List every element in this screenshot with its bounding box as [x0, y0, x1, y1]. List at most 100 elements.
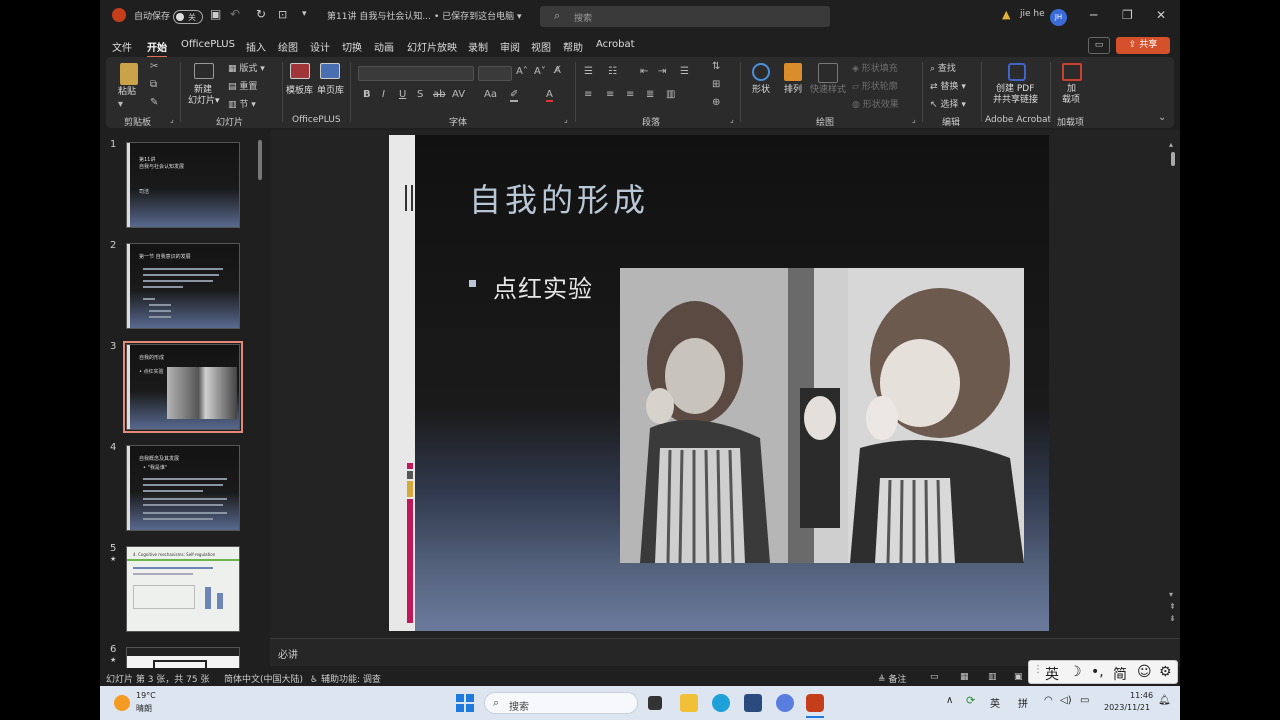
current-slide[interactable]: 自我的形成 点红实验 — [389, 135, 1049, 631]
tab-transitions[interactable]: 切换 — [342, 39, 362, 54]
minimize-icon[interactable]: ─ — [1090, 8, 1097, 22]
slide-thumbnail-4[interactable]: 自我概念及其发展 • "我是谁" — [126, 445, 240, 531]
ime-mode[interactable]: 英 — [1045, 664, 1059, 684]
shadow-icon[interactable]: S — [417, 89, 423, 100]
tab-acrobat[interactable]: Acrobat — [596, 39, 635, 50]
justify-icon[interactable]: ≣ — [646, 89, 654, 100]
shape-effects-button[interactable]: ◍ 形状效果 — [852, 97, 899, 110]
warning-icon[interactable]: ▲ — [1002, 8, 1010, 21]
slide-sorter-icon[interactable]: ▦ — [960, 672, 969, 682]
copy-icon[interactable]: ⧉ — [150, 79, 157, 90]
share-button[interactable]: ⇪ 共享 — [1116, 37, 1170, 54]
weather-desc[interactable]: 晴朗 — [136, 703, 152, 714]
tab-file[interactable]: 文件 — [112, 39, 132, 54]
weather-temp[interactable]: 19°C — [136, 691, 156, 700]
search-input[interactable]: ⌕ 搜索 — [540, 6, 830, 27]
normal-view-icon[interactable]: ▭ — [930, 672, 939, 682]
addins-line2[interactable]: 载项 — [1062, 95, 1080, 106]
font-color-icon[interactable]: A — [546, 89, 553, 102]
align-text-icon[interactable]: ⊞ — [712, 79, 720, 90]
store-icon[interactable] — [744, 694, 762, 712]
highlight-icon[interactable]: ✐ — [510, 89, 519, 102]
clear-format-icon[interactable]: A̸ — [554, 65, 561, 76]
slide-bullet-text[interactable]: 点红实验 — [493, 269, 593, 304]
notes-toggle[interactable]: ≜ 备注 — [878, 672, 906, 685]
text-direction-icon[interactable]: ⇅ — [712, 61, 720, 72]
scroll-thumb[interactable] — [1171, 152, 1175, 166]
next-slide-icon[interactable]: ⇟ — [1169, 614, 1176, 623]
increase-indent-icon[interactable]: ⇥ — [658, 66, 666, 77]
reading-view-icon[interactable]: ▥ — [988, 672, 997, 682]
scroll-down-icon[interactable]: ▾ — [1169, 590, 1173, 599]
dialog-launcher-icon[interactable]: ⌟ — [170, 115, 174, 124]
shapes-button[interactable]: 形状 — [752, 85, 770, 96]
comment-button[interactable]: ▭ — [1088, 37, 1110, 54]
punctuation-icon[interactable]: •, — [1091, 664, 1104, 680]
ime-toolbar[interactable]: ⋮ 英 ☽ •, 简 ☺ ⚙ — [1028, 660, 1178, 684]
reset-button[interactable]: ▤ 重置 — [228, 79, 257, 92]
present-icon[interactable]: ⊡ — [278, 8, 287, 21]
language-status[interactable]: 简体中文(中国大陆) — [224, 672, 303, 685]
redo-icon[interactable]: ↻ — [256, 7, 266, 21]
taskbar-search[interactable]: ⌕ 搜索 — [484, 692, 638, 714]
tab-draw[interactable]: 绘图 — [278, 39, 298, 54]
layout-button[interactable]: ▦ 版式 ▾ — [228, 61, 265, 74]
tab-review[interactable]: 审阅 — [500, 39, 520, 54]
find-button[interactable]: ⌕ 查找 — [930, 61, 956, 74]
powerpoint-taskbar-icon[interactable] — [806, 694, 824, 712]
file-explorer-icon[interactable] — [680, 694, 698, 712]
start-icon[interactable] — [456, 694, 474, 712]
dialog-launcher-icon[interactable]: ⌟ — [912, 115, 916, 124]
slide-title[interactable]: 自我的形成 — [469, 175, 649, 221]
tab-record[interactable]: 录制 — [468, 39, 488, 54]
slideshow-icon[interactable]: ▣ — [1014, 672, 1023, 682]
close-icon[interactable]: ✕ — [1156, 8, 1166, 22]
tray-app-icon[interactable]: ⟳ — [966, 694, 975, 707]
avatar[interactable]: JH — [1050, 9, 1067, 26]
dialog-launcher-icon[interactable]: ⌟ — [564, 115, 568, 124]
new-slide-button[interactable]: 幻灯片▾ — [188, 96, 220, 107]
create-pdf-line2[interactable]: 并共享链接 — [993, 95, 1038, 106]
tab-help[interactable]: 帮助 — [563, 39, 583, 54]
scroll-up-icon[interactable]: ▴ — [1169, 140, 1173, 149]
moon-icon[interactable]: ☽ — [1069, 664, 1082, 680]
emoji-icon[interactable]: ☺ — [1137, 664, 1152, 680]
notes-text[interactable]: 必讲 — [278, 646, 298, 661]
underline-icon[interactable]: U — [399, 89, 406, 100]
char-spacing-icon[interactable]: AV — [452, 89, 465, 100]
slide-thumbnail-5[interactable]: 4. Cognitive mechanisms: Self-regulation — [126, 546, 240, 632]
italic-icon[interactable]: I — [382, 89, 385, 100]
align-right-icon[interactable]: ≡ — [626, 89, 634, 100]
align-left-icon[interactable]: ≡ — [584, 89, 592, 100]
task-view-icon[interactable] — [648, 696, 662, 710]
thumbnails-scrollbar[interactable] — [258, 140, 262, 180]
tab-animations[interactable]: 动画 — [374, 39, 394, 54]
mirror-test-photo[interactable] — [620, 268, 1024, 563]
slide-thumbnails-pane[interactable]: 1 第11讲 自我与社会认知发展 司洁 2 第一节 自我意识的发展 3 自我的形… — [100, 130, 268, 668]
clock-date[interactable]: 2023/11/21 — [1104, 703, 1150, 712]
paste-button[interactable]: 粘贴 — [118, 87, 136, 98]
tab-home[interactable]: 开始 — [147, 39, 167, 58]
columns-icon[interactable]: ▥ — [666, 89, 675, 100]
slide-thumbnail-6[interactable] — [126, 647, 240, 668]
decrease-indent-icon[interactable]: ⇤ — [640, 66, 648, 77]
numbering-icon[interactable]: ☷ — [608, 66, 617, 77]
strikethrough-icon[interactable]: ab — [433, 89, 445, 100]
tab-slideshow[interactable]: 幻灯片放映 — [407, 39, 457, 54]
undo-icon[interactable]: ↶ — [230, 7, 240, 21]
section-button[interactable]: ▥ 节 ▾ — [228, 97, 256, 110]
quick-styles-button[interactable]: 快速样式 — [810, 85, 846, 96]
line-spacing-icon[interactable]: ☰ — [680, 66, 689, 77]
replace-button[interactable]: ⇄ 替换 ▾ — [930, 79, 966, 92]
slide-thumbnail-2[interactable]: 第一节 自我意识的发展 — [126, 243, 240, 329]
align-center-icon[interactable]: ≡ — [606, 89, 614, 100]
dialog-launcher-icon[interactable]: ⌟ — [730, 115, 734, 124]
restore-icon[interactable]: ❐ — [1122, 8, 1133, 22]
smartart-icon[interactable]: ⊕ — [712, 97, 720, 108]
shape-fill-button[interactable]: ◈ 形状填充 — [852, 61, 898, 74]
previous-slide-icon[interactable]: ⇞ — [1169, 602, 1176, 611]
tab-view[interactable]: 视图 — [531, 39, 551, 54]
accessibility-status[interactable]: ♿ 辅助功能: 调查 — [310, 672, 381, 685]
battery-icon[interactable]: ▭ — [1080, 695, 1089, 706]
autosave-toggle[interactable]: 关 — [173, 10, 203, 24]
